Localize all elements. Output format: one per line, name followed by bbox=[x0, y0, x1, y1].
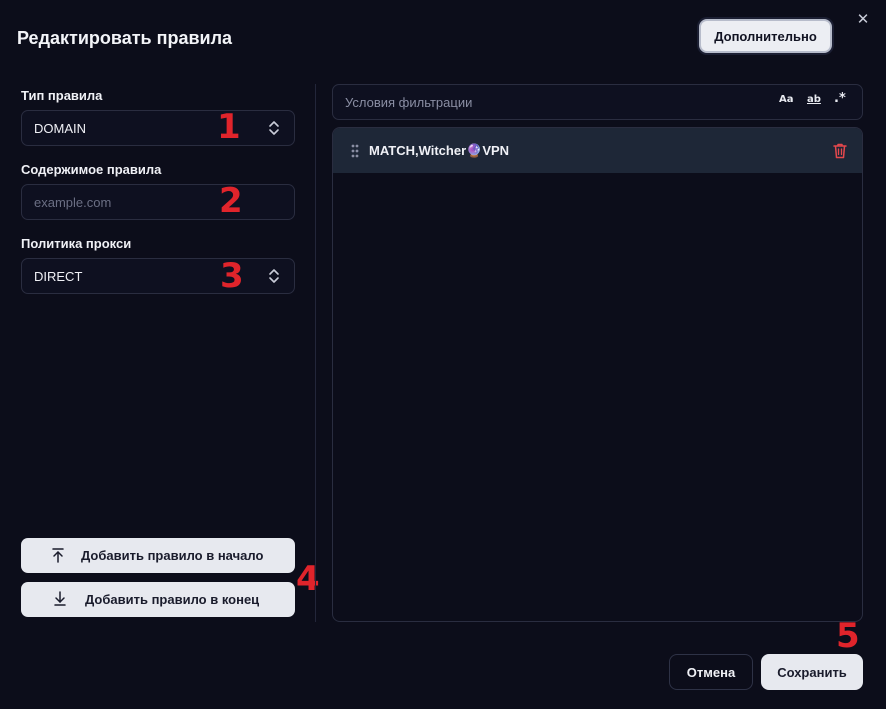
advanced-button[interactable]: Дополнительно bbox=[699, 19, 832, 53]
proxy-policy-value: DIRECT bbox=[34, 269, 83, 284]
arrow-up-to-line-icon bbox=[52, 548, 64, 563]
whole-word-icon[interactable]: ab bbox=[807, 94, 821, 105]
rule-content-input[interactable] bbox=[22, 185, 294, 219]
rules-list: MATCH,Witcher🔮VPN bbox=[332, 127, 863, 622]
rule-content-field bbox=[21, 184, 295, 220]
trash-icon[interactable] bbox=[832, 142, 848, 159]
edit-rules-dialog: Редактировать правила ✕ Дополнительно Ти… bbox=[0, 0, 886, 709]
dialog-title: Редактировать правила bbox=[17, 28, 233, 48]
annotation-number-4: 4 bbox=[296, 559, 320, 599]
arrow-down-to-line-icon bbox=[54, 591, 66, 606]
add-rule-to-start-label: Добавить правило в начало bbox=[81, 548, 264, 563]
match-case-icon[interactable]: Aa bbox=[779, 94, 794, 105]
filter-input[interactable] bbox=[333, 85, 753, 119]
rule-type-select[interactable]: DOMAIN bbox=[21, 110, 295, 146]
rule-item[interactable]: MATCH,Witcher🔮VPN bbox=[333, 128, 862, 173]
close-icon[interactable]: ✕ bbox=[853, 10, 873, 30]
cancel-button[interactable]: Отмена bbox=[669, 654, 753, 690]
vertical-divider bbox=[315, 84, 316, 622]
add-rule-to-end-label: Добавить правило в конец bbox=[85, 592, 260, 607]
filter-bar: Aa ab .* bbox=[332, 84, 863, 120]
proxy-policy-select[interactable]: DIRECT bbox=[21, 258, 295, 294]
annotation-number-5: 5 bbox=[836, 616, 860, 656]
rule-type-value: DOMAIN bbox=[34, 121, 86, 136]
rule-text: MATCH,Witcher🔮VPN bbox=[369, 143, 510, 158]
chevron-up-down-icon bbox=[269, 121, 279, 135]
annotation-number-2: 2 bbox=[219, 181, 243, 221]
annotation-number-3: 3 bbox=[220, 256, 244, 296]
rule-type-label: Тип правила bbox=[21, 88, 103, 103]
save-button[interactable]: Сохранить bbox=[761, 654, 863, 690]
proxy-policy-label: Политика прокси bbox=[21, 236, 132, 251]
rule-content-label: Содержимое правила bbox=[21, 162, 162, 177]
drag-handle-icon[interactable] bbox=[351, 144, 359, 158]
add-rule-to-start-button[interactable]: Добавить правило в начало bbox=[21, 538, 295, 573]
add-rule-to-end-button[interactable]: Добавить правило в конец bbox=[21, 582, 295, 617]
chevron-up-down-icon bbox=[269, 269, 279, 283]
regex-icon[interactable]: .* bbox=[834, 91, 846, 106]
annotation-number-1: 1 bbox=[217, 107, 241, 147]
